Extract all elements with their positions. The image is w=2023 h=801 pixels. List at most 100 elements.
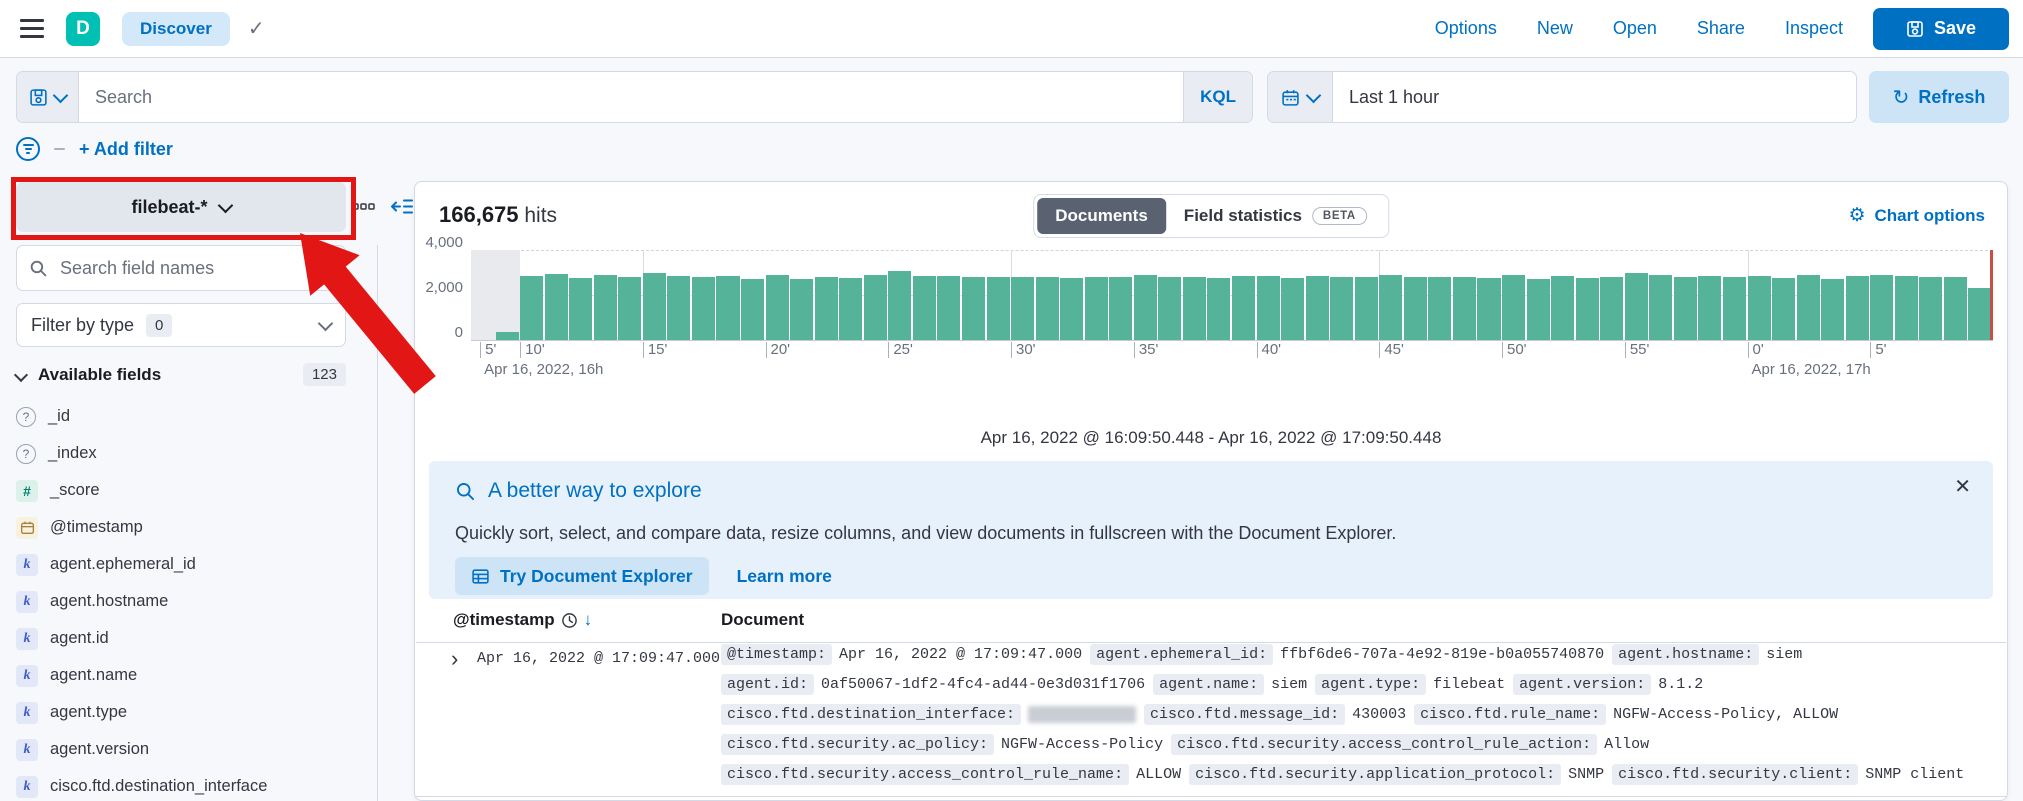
histogram-bar[interactable] [1747, 275, 1771, 340]
tab-field-statistics[interactable]: Field statistics BETA [1166, 198, 1385, 234]
menu-icon[interactable] [20, 19, 44, 38]
histogram-bar[interactable] [912, 276, 936, 340]
learn-more-link[interactable]: Learn more [737, 566, 832, 587]
histogram-bar[interactable] [1452, 276, 1476, 340]
field-name-chip[interactable]: cisco.ftd.rule_name: [1414, 704, 1607, 725]
histogram-bar[interactable] [544, 273, 568, 340]
histogram-bar[interactable] [1649, 274, 1673, 340]
histogram-bar[interactable] [593, 274, 617, 340]
histogram-bar[interactable] [1624, 272, 1648, 340]
field-name-chip[interactable]: agent.version: [1513, 674, 1652, 695]
field-item[interactable]: k agent.type [16, 694, 361, 731]
histogram-bar[interactable] [1551, 276, 1575, 340]
histogram-bar[interactable] [1894, 276, 1918, 340]
histogram-bar[interactable] [716, 276, 740, 340]
expand-row-icon[interactable]: › [451, 648, 458, 670]
histogram-bar[interactable] [814, 276, 838, 340]
breadcrumb[interactable]: Discover [122, 11, 230, 46]
histogram-bar[interactable] [1256, 276, 1280, 340]
histogram-bar[interactable] [1232, 276, 1256, 340]
histogram-bar[interactable] [1305, 275, 1329, 340]
field-item[interactable]: k agent.ephemeral_id [16, 546, 361, 583]
filter-menu-icon[interactable] [16, 137, 40, 161]
histogram-bar[interactable] [1526, 279, 1550, 340]
close-icon[interactable]: ✕ [1954, 477, 1971, 497]
histogram-bar[interactable] [1845, 276, 1869, 340]
histogram-bar[interactable] [1035, 277, 1059, 340]
saved-query-menu-button[interactable] [17, 72, 79, 122]
histogram-bar[interactable] [937, 275, 961, 340]
histogram-bar[interactable] [1943, 276, 1967, 340]
histogram-bar[interactable] [1182, 277, 1206, 340]
histogram-bar[interactable] [1600, 277, 1624, 340]
histogram-bar[interactable] [1772, 277, 1796, 340]
field-name-chip[interactable]: agent.ephemeral_id: [1090, 644, 1274, 665]
field-name-chip[interactable]: agent.hostname: [1612, 644, 1760, 665]
field-name-chip[interactable]: cisco.ftd.security.application_protocol: [1189, 764, 1562, 785]
field-name-chip[interactable]: agent.id: [721, 674, 815, 695]
field-item[interactable]: ? _index [16, 435, 361, 472]
refresh-button[interactable]: ↻ Refresh [1869, 71, 2009, 123]
field-item[interactable]: k agent.id [16, 620, 361, 657]
field-item[interactable]: k cisco.ftd.destination_interface [16, 768, 361, 801]
histogram-bar[interactable] [961, 277, 985, 340]
histogram-bar[interactable] [1084, 277, 1108, 340]
histogram-bar[interactable] [1870, 274, 1894, 340]
add-filter-button[interactable]: + Add filter [79, 139, 173, 160]
histogram-bar[interactable] [667, 276, 691, 340]
available-fields-header[interactable]: Available fields 123 [13, 363, 346, 386]
histogram-bar[interactable] [495, 332, 519, 340]
field-name-chip[interactable]: cisco.ftd.message_id: [1144, 704, 1346, 725]
histogram-bar[interactable] [1207, 277, 1231, 340]
open-button[interactable]: Open [1613, 18, 1657, 39]
field-name-chip[interactable]: cisco.ftd.security.client: [1612, 764, 1859, 785]
field-item[interactable]: # _score [16, 472, 361, 509]
tab-documents[interactable]: Documents [1037, 198, 1166, 234]
field-name-chip[interactable]: agent.type: [1315, 674, 1427, 695]
histogram-bar[interactable] [1403, 277, 1427, 340]
histogram-bar[interactable] [765, 274, 789, 340]
histogram-bar[interactable] [569, 277, 593, 340]
histogram-plot[interactable] [471, 250, 1993, 341]
chart-options-button[interactable]: ⚙ Chart options [1848, 204, 1985, 227]
histogram-bar[interactable] [790, 278, 814, 340]
histogram-bar[interactable] [1158, 276, 1182, 340]
time-range-value[interactable]: Last 1 hour [1333, 72, 1455, 122]
calendar-menu-button[interactable] [1268, 72, 1333, 122]
histogram-bar[interactable] [1354, 277, 1378, 340]
histogram-bar[interactable] [1281, 277, 1305, 340]
histogram-bar[interactable] [1821, 279, 1845, 340]
histogram-bar[interactable] [1796, 274, 1820, 340]
histogram-bar[interactable] [1330, 277, 1354, 340]
field-name-chip[interactable]: @timestamp: [721, 644, 833, 665]
field-name-chip[interactable]: cisco.ftd.security.ac_policy: [721, 734, 995, 755]
histogram-bar[interactable] [888, 271, 912, 340]
histogram-bar[interactable] [1575, 277, 1599, 340]
histogram-bar[interactable] [1428, 276, 1452, 340]
histogram-bar[interactable] [618, 277, 642, 340]
histogram-bar[interactable] [1477, 277, 1501, 340]
app-logo[interactable]: D [66, 11, 100, 46]
histogram-bar[interactable] [1011, 277, 1035, 340]
histogram-bar[interactable] [1919, 277, 1943, 340]
field-name-chip[interactable]: agent.name: [1153, 674, 1265, 695]
histogram-bar[interactable] [1133, 274, 1157, 340]
histogram-bar[interactable] [1060, 277, 1084, 340]
histogram-bar[interactable] [863, 274, 887, 340]
histogram-bar[interactable] [642, 273, 666, 340]
filter-by-type-button[interactable]: Filter by type 0 [16, 303, 346, 347]
histogram-bar[interactable] [741, 279, 765, 340]
histogram-bar[interactable] [1502, 274, 1526, 340]
kql-language-button[interactable]: KQL [1183, 72, 1252, 122]
histogram-bar[interactable] [986, 277, 1010, 340]
new-button[interactable]: New [1537, 18, 1573, 39]
index-pattern-selector[interactable]: filebeat-* [16, 182, 346, 232]
search-input[interactable] [79, 72, 1184, 122]
histogram-bar[interactable] [691, 277, 715, 340]
try-document-explorer-button[interactable]: Try Document Explorer [455, 557, 709, 595]
document-cell[interactable]: @timestamp: Apr 16, 2022 @ 17:09:47.000 ag… [721, 644, 1985, 785]
field-item[interactable]: ? _id [16, 398, 361, 435]
options-button[interactable]: Options [1435, 18, 1497, 39]
histogram-bar[interactable] [1109, 277, 1133, 340]
field-item[interactable]: k agent.version [16, 731, 361, 768]
